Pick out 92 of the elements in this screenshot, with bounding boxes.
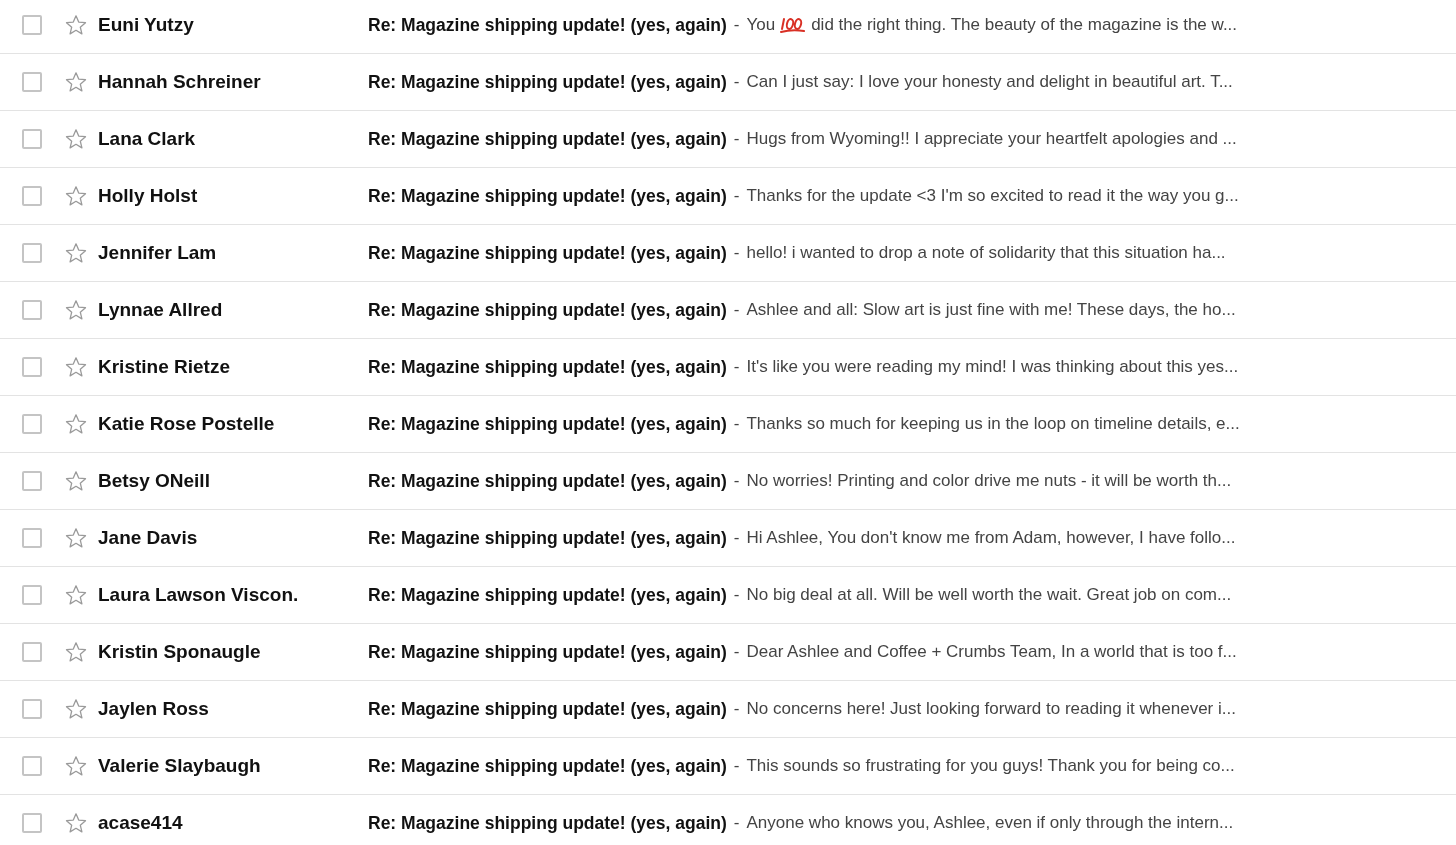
email-snippet: did the right thing. The beauty of the magazine is the w... (811, 15, 1238, 35)
checkbox[interactable] (22, 129, 42, 149)
separator: - (733, 15, 740, 35)
sender-name: Hannah Schreiner (98, 71, 261, 92)
email-subject: Re: Magazine shipping update! (yes, again) (368, 71, 727, 93)
separator: - (733, 243, 740, 263)
email-snippet: Ashlee and all: Slow art is just fine with me! These days, the ho... (746, 300, 1236, 320)
separator: - (733, 813, 740, 833)
email-subject: Re: Magazine shipping update! (yes, again) (368, 128, 727, 150)
email-subject: Re: Magazine shipping update! (yes, again) (368, 299, 727, 321)
star-icon[interactable] (64, 355, 88, 379)
checkbox[interactable] (22, 756, 42, 776)
separator: - (733, 756, 740, 776)
email-snippet: No worries! Printing and color drive me nuts - it will be worth th... (746, 471, 1232, 491)
checkbox[interactable] (22, 471, 42, 491)
sender-name: Laura Lawson Viscon. (98, 584, 299, 605)
separator: - (733, 699, 740, 719)
star-icon[interactable] (64, 184, 88, 208)
separator: - (733, 129, 740, 149)
email-subject: Re: Magazine shipping update! (yes, again) (368, 812, 727, 834)
separator: - (733, 300, 740, 320)
separator: - (733, 414, 740, 434)
sender-name: Katie Rose Postelle (98, 413, 275, 434)
email-snippet: Hi Ashlee, You don't know me from Adam, however, I have follo... (746, 528, 1236, 548)
checkbox[interactable] (22, 528, 42, 548)
sender-name: Holly Holst (98, 185, 198, 206)
star-icon[interactable] (64, 526, 88, 550)
checkbox[interactable] (22, 585, 42, 605)
checkbox[interactable] (22, 813, 42, 833)
email-subject: Re: Magazine shipping update! (yes, again) (368, 470, 727, 492)
email-snippet: You (746, 15, 776, 35)
email-subject: Re: Magazine shipping update! (yes, again) (368, 14, 727, 36)
email-subject: Re: Magazine shipping update! (yes, again) (368, 356, 727, 378)
separator: - (733, 642, 740, 662)
star-icon[interactable] (64, 13, 88, 37)
star-icon[interactable] (64, 298, 88, 322)
checkbox[interactable] (22, 15, 42, 35)
email-snippet: Can I just say: I love your honesty and delight in beautiful art. T... (746, 72, 1233, 92)
star-icon[interactable] (64, 70, 88, 94)
star-icon[interactable] (64, 127, 88, 151)
checkbox[interactable] (22, 72, 42, 92)
separator: - (733, 528, 740, 548)
email-subject: Re: Magazine shipping update! (yes, again) (368, 413, 727, 435)
email-snippet: No concerns here! Just looking forward to reading it whenever i... (746, 699, 1236, 719)
checkbox[interactable] (22, 699, 42, 719)
sender-name: Jennifer Lam (98, 242, 217, 263)
email-subject: Re: Magazine shipping update! (yes, again) (368, 185, 727, 207)
star-icon[interactable] (64, 697, 88, 721)
sender-name: Euni Yutzy (98, 14, 194, 35)
sender-name: Lynnae Allred (98, 299, 223, 320)
star-icon[interactable] (64, 412, 88, 436)
email-subject: Re: Magazine shipping update! (yes, again) (368, 641, 727, 663)
sender-name: Kristin Sponaugle (98, 641, 261, 662)
star-icon[interactable] (64, 754, 88, 778)
checkbox[interactable] (22, 642, 42, 662)
email-snippet: Anyone who knows you, Ashlee, even if only through the intern... (746, 813, 1234, 833)
separator: - (733, 585, 740, 605)
email-snippet: This sounds so frustrating for you guys! Thank you for being co... (746, 756, 1235, 776)
separator: - (733, 72, 740, 92)
sender-name: Jaylen Ross (98, 698, 209, 719)
star-icon[interactable] (64, 811, 88, 835)
email-subject: Re: Magazine shipping update! (yes, again) (368, 242, 727, 264)
email-snippet: No big deal at all. Will be well worth the wait. Great job on com... (746, 585, 1232, 605)
star-icon[interactable] (64, 640, 88, 664)
sender-name: Jane Davis (98, 527, 198, 548)
checkbox[interactable] (22, 186, 42, 206)
email-subject: Re: Magazine shipping update! (yes, again) (368, 698, 727, 720)
sender-name: Kristine Rietze (98, 356, 230, 377)
checkbox[interactable] (22, 300, 42, 320)
separator: - (733, 186, 740, 206)
separator: - (733, 357, 740, 377)
sender-name: acase414 (98, 812, 183, 833)
email-subject: Re: Magazine shipping update! (yes, again) (368, 755, 727, 777)
sender-name: Lana Clark (98, 128, 196, 149)
separator: - (733, 471, 740, 491)
email-subject: Re: Magazine shipping update! (yes, again) (368, 527, 727, 549)
star-icon[interactable] (64, 241, 88, 265)
email-subject: Re: Magazine shipping update! (yes, again) (368, 584, 727, 606)
email-snippet: It's like you were reading my mind! I was thinking about this yes... (746, 357, 1239, 377)
hundred-points-icon (780, 15, 807, 35)
sender-name: Betsy ONeill (98, 470, 210, 491)
checkbox[interactable] (22, 414, 42, 434)
checkbox[interactable] (22, 357, 42, 377)
email-snippet: hello! i wanted to drop a note of solidarity that this situation ha... (746, 243, 1226, 263)
email-snippet: Hugs from Wyoming!! I appreciate your heartfelt apologies and ... (746, 129, 1237, 149)
sender-name: Valerie Slaybaugh (98, 755, 261, 776)
email-snippet: Thanks for the update <3 I'm so excited to read it the way you g... (746, 186, 1239, 206)
email-snippet: Thanks so much for keeping us in the loop on timeline details, e... (746, 414, 1240, 434)
star-icon[interactable] (64, 583, 88, 607)
star-icon[interactable] (64, 469, 88, 493)
email-snippet: Dear Ashlee and Coffee + Crumbs Team, In a world that is too f... (746, 642, 1237, 662)
checkbox[interactable] (22, 243, 42, 263)
